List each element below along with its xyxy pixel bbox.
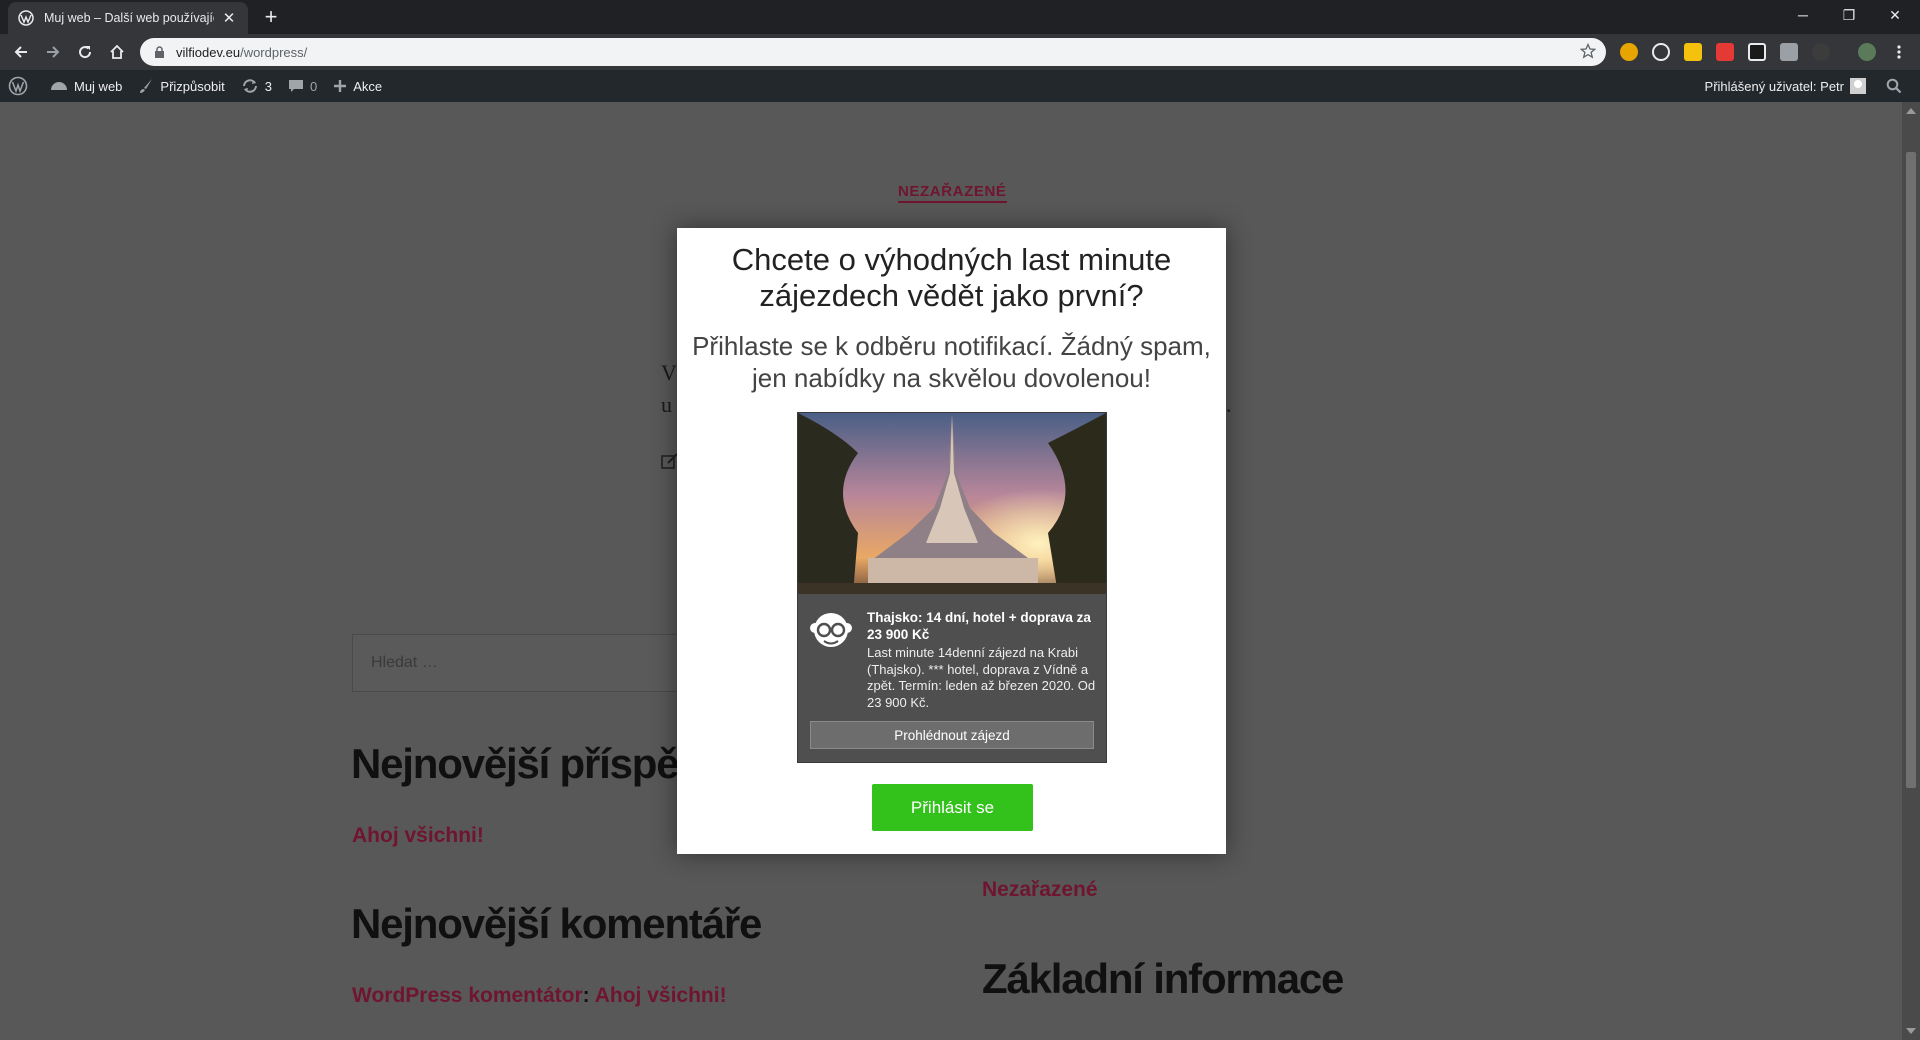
comments-link[interactable]: 0 <box>280 70 325 102</box>
page-scrollbar[interactable] <box>1902 102 1920 1040</box>
extension-help-icon[interactable] <box>1780 43 1798 61</box>
reload-button[interactable] <box>72 39 98 65</box>
extension-react-icon[interactable] <box>1652 43 1670 61</box>
comment-post-link[interactable]: Ahoj všichni! <box>595 984 727 1007</box>
comments-count: 0 <box>309 78 318 94</box>
home-icon <box>110 44 124 59</box>
recent-comments-heading: Nejnovější komentáře <box>351 900 762 947</box>
scroll-thumb[interactable] <box>1906 152 1916 788</box>
recent-post-link[interactable]: Ahoj všichni! <box>352 824 484 848</box>
wordpress-logo-icon <box>8 76 28 96</box>
url-path: /wordpress/ <box>240 44 308 60</box>
extension-1-icon[interactable] <box>1620 43 1638 61</box>
back-arrow-icon <box>14 46 27 58</box>
browser-toolbar: vilfiodev.eu/wordpress/ <box>0 34 1920 70</box>
wordpress-favicon-icon <box>18 10 34 26</box>
browser-tab[interactable]: Muj web – Další web používající WordPres… <box>8 2 248 34</box>
monkey-logo-icon <box>806 608 856 658</box>
basic-info-heading: Základní informace <box>982 955 1344 1002</box>
customize-label: Přizpůsobit <box>160 78 225 94</box>
wp-admin-bar: Muj web Přizpůsobit 3 0 Akce Přihlášený … <box>0 70 1920 102</box>
tab-close-icon[interactable]: ✕ <box>220 9 238 27</box>
comment-separator: : <box>582 984 590 1007</box>
admin-search-button[interactable] <box>1874 70 1920 102</box>
updates-count: 3 <box>264 78 272 94</box>
kebab-menu-icon <box>1897 45 1901 59</box>
tab-title: Muj web – Další web používající WordPres… <box>44 11 214 25</box>
brush-icon <box>140 79 153 93</box>
offer-description: Last minute 14denní zájezd na Krabi (Tha… <box>867 645 1096 710</box>
offer-title: Thajsko: 14 dní, hotel + doprava za 23 9… <box>867 610 1091 642</box>
comment-author-link[interactable]: WordPress komentátor: Ahoj všichni! <box>352 984 727 1008</box>
site-name-label: Muj web <box>74 78 123 94</box>
scroll-up-icon[interactable] <box>1906 108 1916 114</box>
updates-icon <box>242 79 257 93</box>
post-category-link[interactable]: NEZAŘAZENÉ <box>898 183 1007 203</box>
lock-icon <box>152 45 166 59</box>
category-link[interactable]: Nezařazené <box>982 878 1098 902</box>
address-bar[interactable]: vilfiodev.eu/wordpress/ <box>140 38 1606 66</box>
forward-button[interactable] <box>40 39 66 65</box>
profile-avatar[interactable] <box>1858 43 1876 61</box>
reload-icon <box>79 46 92 59</box>
home-button[interactable] <box>104 39 130 65</box>
my-account-link[interactable]: Přihlášený uživatel: Petr <box>1697 70 1874 102</box>
search-placeholder: Hledat … <box>371 654 438 671</box>
new-content-link[interactable]: Akce <box>325 70 390 102</box>
new-tab-button[interactable]: + <box>258 5 284 31</box>
restore-button[interactable]: ❐ <box>1826 0 1872 30</box>
minimize-button[interactable]: ─ <box>1780 0 1826 30</box>
comment-icon <box>288 80 303 92</box>
extension-grey-icon[interactable] <box>1812 43 1830 61</box>
close-window-button[interactable]: ✕ <box>1872 0 1918 30</box>
new-content-label: Akce <box>353 78 383 94</box>
updates-link[interactable]: 3 <box>233 70 280 102</box>
extension-dark-icon[interactable] <box>1748 43 1766 61</box>
modal-title: Chcete o výhodných last minute zájezdech… <box>731 242 1172 313</box>
user-avatar <box>1850 78 1866 94</box>
subscribe-button[interactable]: Přihlásit se <box>872 784 1033 831</box>
site-name-link[interactable]: Muj web <box>42 70 130 102</box>
view-offer-button[interactable]: Prohlédnout zájezd <box>810 721 1094 749</box>
extension-notes-icon[interactable] <box>1684 43 1702 61</box>
plus-icon <box>334 80 347 92</box>
post-text-fragment-2: u <box>661 392 672 417</box>
temple-photo <box>798 413 1106 594</box>
browser-menu-button[interactable] <box>1886 39 1912 65</box>
scroll-down-icon[interactable] <box>1906 1028 1916 1034</box>
browser-tabbar: Muj web – Další web používající WordPres… <box>0 0 1920 34</box>
user-greeting: Přihlášený uživatel: Petr <box>1704 78 1844 94</box>
wp-logo-button[interactable] <box>0 70 42 102</box>
comment-author[interactable]: WordPress komentátor <box>352 984 583 1007</box>
search-icon <box>1886 78 1902 94</box>
customize-link[interactable]: Přizpůsobit <box>130 70 232 102</box>
back-button[interactable] <box>8 39 34 65</box>
url-host: vilfiodev.eu <box>176 44 241 60</box>
extension-red-icon[interactable] <box>1716 43 1734 61</box>
post-text-fragment-3: . <box>1226 392 1232 417</box>
push-notification-modal: Chcete o výhodných last minute zájezdech… <box>677 228 1226 854</box>
offer-card: Thajsko: 14 dní, hotel + doprava za 23 9… <box>797 412 1107 763</box>
modal-subtitle: Přihlaste se k odběru notifikací. Žádný … <box>692 331 1211 393</box>
dashboard-icon <box>51 82 67 90</box>
forward-arrow-icon <box>47 46 60 58</box>
post-text-fragment: V <box>661 360 677 385</box>
bookmark-star-icon[interactable] <box>1579 42 1597 64</box>
